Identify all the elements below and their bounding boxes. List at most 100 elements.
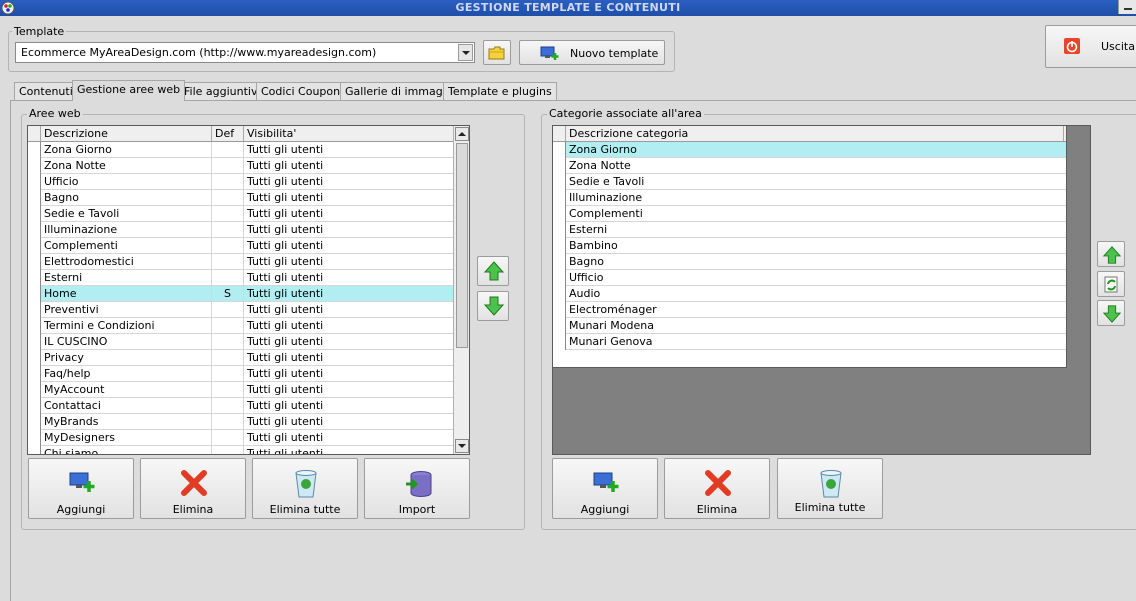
table-row[interactable]: Chi siamo Tutti gli utenti [28, 446, 469, 454]
table-row[interactable]: Bagno Tutti gli utenti [28, 190, 469, 206]
cat-move-down-button[interactable] [1097, 300, 1125, 326]
table-row[interactable]: Bambino [553, 238, 1066, 254]
categorie-grid[interactable]: Descrizione categoria Zona Giorno Zona No… [553, 126, 1067, 368]
table-row[interactable]: Audio [553, 286, 1066, 302]
table-row[interactable]: Preventivi Tutti gli utenti [28, 302, 469, 318]
col-descrizione[interactable]: Descrizione [41, 126, 212, 141]
row-indicator[interactable] [28, 382, 41, 398]
aggiungi-categoria-button[interactable]: Aggiungi [552, 458, 658, 519]
row-indicator[interactable] [28, 318, 41, 334]
row-indicator[interactable] [553, 270, 566, 286]
table-row[interactable]: Electroménager [553, 302, 1066, 318]
table-row[interactable]: Sedie e Tavoli Tutti gli utenti [28, 206, 469, 222]
row-indicator[interactable] [553, 158, 566, 174]
table-row[interactable]: Home S Tutti gli utenti [28, 286, 469, 302]
row-indicator[interactable] [28, 350, 41, 366]
elimina-area-button[interactable]: Elimina [140, 458, 246, 519]
row-indicator[interactable] [28, 414, 41, 430]
row-indicator[interactable] [28, 334, 41, 350]
row-indicator[interactable] [553, 302, 566, 318]
row-indicator[interactable] [28, 286, 41, 302]
row-indicator[interactable] [28, 398, 41, 414]
scroll-up-arrow[interactable] [455, 127, 469, 141]
tab-contenuti[interactable]: Contenuti [14, 82, 78, 100]
row-indicator[interactable] [28, 174, 41, 190]
row-indicator[interactable] [553, 238, 566, 254]
table-row[interactable]: MyBrands Tutti gli utenti [28, 414, 469, 430]
table-row[interactable]: Zona Notte [553, 158, 1066, 174]
row-indicator[interactable] [553, 334, 566, 350]
row-indicator[interactable] [553, 222, 566, 238]
table-row[interactable]: Zona Giorno [553, 142, 1066, 158]
move-up-button[interactable] [477, 256, 509, 286]
col-visibilita[interactable]: Visibilita' [244, 126, 454, 141]
table-row[interactable]: Elettrodomestici Tutti gli utenti [28, 254, 469, 270]
table-row[interactable]: Sedie e Tavoli [553, 174, 1066, 190]
row-indicator[interactable] [28, 158, 41, 174]
table-row[interactable]: Faq/help Tutti gli utenti [28, 366, 469, 382]
aree-web-scrollbar[interactable] [453, 126, 469, 454]
table-row[interactable]: Esterni Tutti gli utenti [28, 270, 469, 286]
table-row[interactable]: Munari Genova [553, 334, 1066, 350]
row-indicator[interactable] [28, 238, 41, 254]
row-indicator[interactable] [553, 190, 566, 206]
row-indicator[interactable] [28, 446, 41, 454]
table-row[interactable]: Illuminazione Tutti gli utenti [28, 222, 469, 238]
tab-template-e-plugins[interactable]: Template e plugins [443, 82, 557, 100]
elimina-tutte-categorie-button[interactable]: Elimina tutte [777, 458, 883, 519]
row-indicator[interactable] [28, 302, 41, 318]
new-template-button[interactable]: Nuovo template [519, 40, 665, 65]
table-row[interactable]: Complementi [553, 206, 1066, 222]
table-row[interactable]: Ufficio Tutti gli utenti [28, 174, 469, 190]
row-indicator[interactable] [553, 318, 566, 334]
row-indicator[interactable] [28, 190, 41, 206]
move-down-button[interactable] [477, 291, 509, 321]
row-indicator[interactable] [28, 270, 41, 286]
elimina-tutte-aree-button[interactable]: Elimina tutte [252, 458, 358, 519]
table-row[interactable]: Zona Notte Tutti gli utenti [28, 158, 469, 174]
scroll-down-arrow[interactable] [455, 439, 469, 453]
table-row[interactable]: Contattaci Tutti gli utenti [28, 398, 469, 414]
row-indicator[interactable] [28, 222, 41, 238]
trash-icon [820, 470, 842, 498]
table-row[interactable]: Esterni [553, 222, 1066, 238]
minimize-button[interactable] [1118, 0, 1136, 14]
row-indicator[interactable] [553, 142, 566, 158]
row-indicator[interactable] [28, 254, 41, 270]
row-indicator[interactable] [28, 430, 41, 446]
chevron-down-icon[interactable] [458, 44, 473, 61]
aggiungi-area-button[interactable]: Aggiungi [28, 458, 134, 519]
cat-refresh-button[interactable] [1097, 271, 1125, 297]
table-row[interactable]: Ufficio [553, 270, 1066, 286]
table-row[interactable]: Complementi Tutti gli utenti [28, 238, 469, 254]
template-select[interactable]: Ecommerce MyAreaDesign.com (http://www.m… [15, 42, 475, 63]
col-def[interactable]: Def [212, 126, 244, 141]
elimina-categoria-button[interactable]: Elimina [664, 458, 770, 519]
table-row[interactable]: Termini e Condizioni Tutti gli utenti [28, 318, 469, 334]
aree-web-grid[interactable]: Descrizione Def Visibilita' Zona Giorno T… [27, 125, 470, 455]
table-row[interactable]: MyDesigners Tutti gli utenti [28, 430, 469, 446]
table-row[interactable]: Zona Giorno Tutti gli utenti [28, 142, 469, 158]
table-row[interactable]: Illuminazione [553, 190, 1066, 206]
cat-move-up-button[interactable] [1097, 241, 1125, 267]
row-indicator[interactable] [28, 142, 41, 158]
table-row[interactable]: Munari Modena [553, 318, 1066, 334]
row-indicator[interactable] [28, 366, 41, 382]
table-row[interactable]: Bagno [553, 254, 1066, 270]
exit-button[interactable]: Uscita ( [1045, 25, 1136, 68]
row-indicator[interactable] [28, 206, 41, 222]
row-indicator[interactable] [553, 206, 566, 222]
row-indicator[interactable] [553, 174, 566, 190]
scroll-thumb[interactable] [456, 143, 468, 348]
open-folder-button[interactable] [483, 40, 511, 65]
table-row[interactable]: Privacy Tutti gli utenti [28, 350, 469, 366]
col-descrizione-categoria[interactable]: Descrizione categoria [566, 126, 1064, 141]
table-row[interactable]: IL CUSCINO Tutti gli utenti [28, 334, 469, 350]
tab-gestione-aree-web[interactable]: Gestione aree web [72, 80, 186, 101]
import-button[interactable]: Import [364, 458, 470, 519]
row-indicator[interactable] [553, 286, 566, 302]
tab-codici-coupon[interactable]: Codici Coupon [256, 82, 346, 100]
tab-file-aggiuntivi[interactable]: File aggiuntivi [179, 82, 266, 100]
table-row[interactable]: MyAccount Tutti gli utenti [28, 382, 469, 398]
row-indicator[interactable] [553, 254, 566, 270]
